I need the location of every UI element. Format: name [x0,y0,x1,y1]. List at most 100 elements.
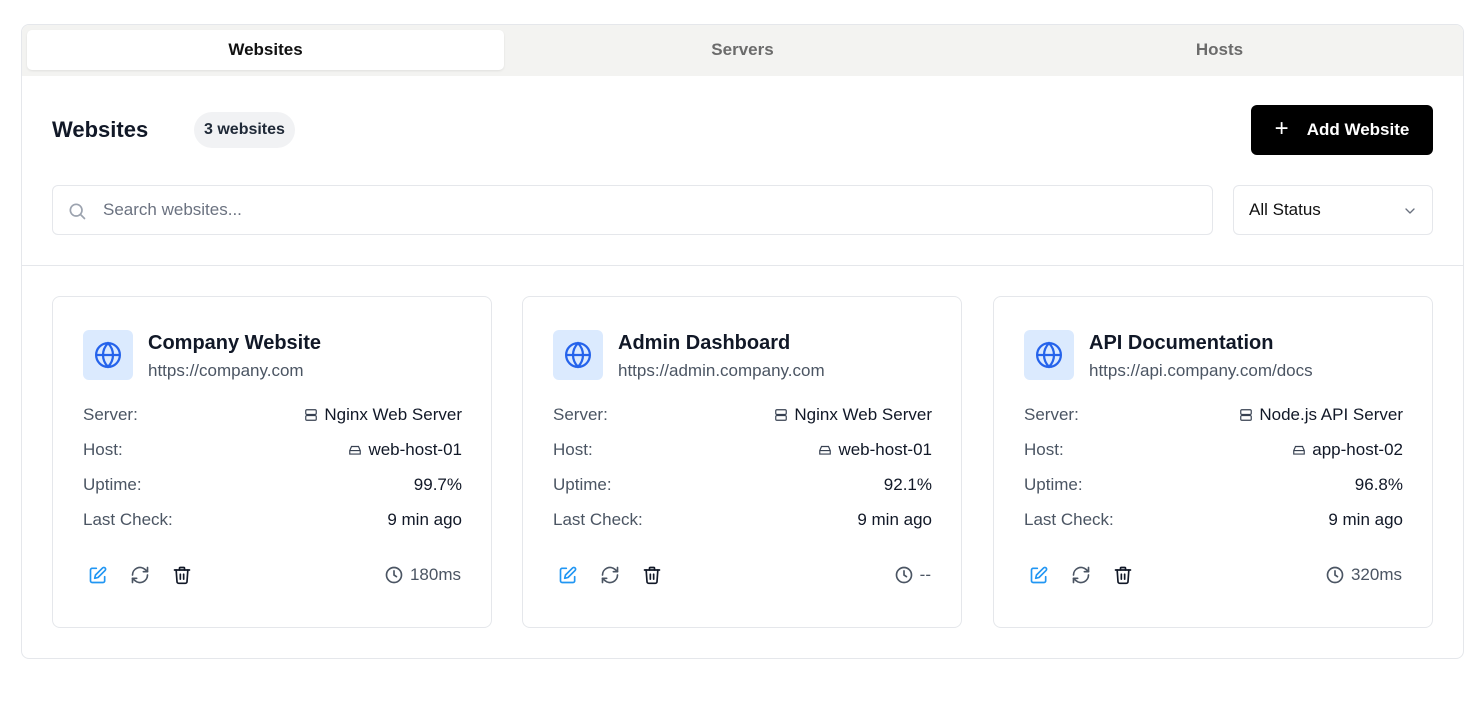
uptime-label: Uptime: [553,475,612,494]
tab-hosts[interactable]: Hosts [981,30,1458,70]
host-name: web-host-01 [368,440,462,459]
host-row: Host: web-host-01 [83,440,462,464]
response-time: -- [894,565,931,585]
edit-button[interactable] [557,564,579,586]
host-row: Host: app-host-02 [1024,440,1403,464]
server-name: Nginx Web Server [794,405,932,424]
page-title: Websites [52,117,149,142]
delete-button[interactable] [171,564,193,586]
globe-icon [95,341,121,369]
server-value: Nginx Web Server [304,405,462,425]
uptime-row: Uptime: 92.1% [553,475,932,499]
website-url: https://api.company.com/docs [1089,361,1313,380]
website-icon-box [1024,330,1074,380]
website-name: API Documentation [1089,332,1274,354]
uptime-label: Uptime: [1024,475,1083,494]
website-card: API Documentation https://api.company.co… [993,296,1433,628]
host-name: app-host-02 [1312,440,1403,459]
tab-bar: Websites Servers Hosts [22,25,1463,76]
server-value: Nginx Web Server [774,405,932,425]
delete-button[interactable] [1112,564,1134,586]
last-check-value: 9 min ago [1328,510,1403,529]
last-check-label: Last Check: [553,510,643,529]
clock-icon [895,566,913,584]
refresh-button[interactable] [599,564,621,586]
host-row: Host: web-host-01 [553,440,932,464]
server-label: Server: [1024,405,1079,424]
server-row: Server: Nginx Web Server [83,405,462,429]
tab-servers[interactable]: Servers [504,30,981,70]
add-website-button[interactable]: + Add Website [1251,105,1433,155]
refresh-button[interactable] [1070,564,1092,586]
header-row: Websites 3 websites + Add Website [52,105,1433,155]
refresh-icon [1072,566,1090,584]
status-filter-value: All Status [1249,200,1321,219]
server-icon [775,409,788,421]
refresh-icon [601,566,619,584]
uptime-row: Uptime: 99.7% [83,475,462,499]
host-label: Host: [553,440,593,459]
plus-icon: + [1274,114,1289,142]
tab-websites[interactable]: Websites [27,30,504,70]
search-icon [69,203,86,220]
uptime-value: 99.7% [413,475,462,494]
response-time-value: 180ms [409,565,461,584]
last-check-value: 9 min ago [387,510,462,529]
response-time: 180ms [384,565,461,585]
hard-drive-icon [349,445,362,455]
website-url: https://company.com [148,361,304,380]
last-check-label: Last Check: [1024,510,1114,529]
add-website-label: Add Website [1306,120,1410,139]
edit-button[interactable] [87,564,109,586]
trash-icon [643,566,661,585]
host-value: web-host-01 [818,440,932,460]
refresh-icon [131,566,149,584]
website-url: https://admin.company.com [618,361,825,380]
delete-button[interactable] [641,564,663,586]
host-label: Host: [83,440,123,459]
uptime-label: Uptime: [83,475,142,494]
website-card: Admin Dashboard https://admin.company.co… [522,296,962,628]
refresh-button[interactable] [129,564,151,586]
websites-panel: Websites Servers Hosts Websites 3 websit… [21,24,1464,659]
count-badge: 3 websites [194,112,295,148]
globe-icon [1036,341,1062,369]
divider [22,265,1463,266]
server-name: Node.js API Server [1259,405,1403,424]
status-filter-select[interactable]: All Status [1233,185,1433,235]
clock-icon [385,566,403,584]
host-value: app-host-02 [1292,440,1403,460]
trash-icon [1114,566,1132,585]
response-time-value: 320ms [1350,565,1402,584]
host-value: web-host-01 [348,440,462,460]
edit-button[interactable] [1028,564,1050,586]
uptime-row: Uptime: 96.8% [1024,475,1403,499]
server-value: Node.js API Server [1239,405,1403,425]
trash-icon [173,566,191,585]
edit-icon [559,566,577,584]
hard-drive-icon [819,445,832,455]
edit-icon [89,566,107,584]
last-check-row: Last Check: 9 min ago [83,510,462,534]
search-input[interactable] [53,186,1212,234]
website-card: Company Website https://company.com Serv… [52,296,492,628]
chevron-down-icon [1405,208,1415,214]
last-check-row: Last Check: 9 min ago [1024,510,1403,534]
uptime-value: 92.1% [883,475,932,494]
last-check-value: 9 min ago [857,510,932,529]
server-label: Server: [83,405,138,424]
host-label: Host: [1024,440,1064,459]
hard-drive-icon [1293,445,1306,455]
host-name: web-host-01 [838,440,932,459]
last-check-row: Last Check: 9 min ago [553,510,932,534]
response-time-value: -- [919,565,931,584]
website-name: Admin Dashboard [618,332,791,354]
edit-icon [1030,566,1048,584]
website-name: Company Website [148,332,321,354]
server-label: Server: [553,405,608,424]
globe-icon [565,341,591,369]
server-icon [305,409,318,421]
server-icon [1240,409,1253,421]
card-actions [1028,564,1134,588]
server-row: Server: Nginx Web Server [553,405,932,429]
